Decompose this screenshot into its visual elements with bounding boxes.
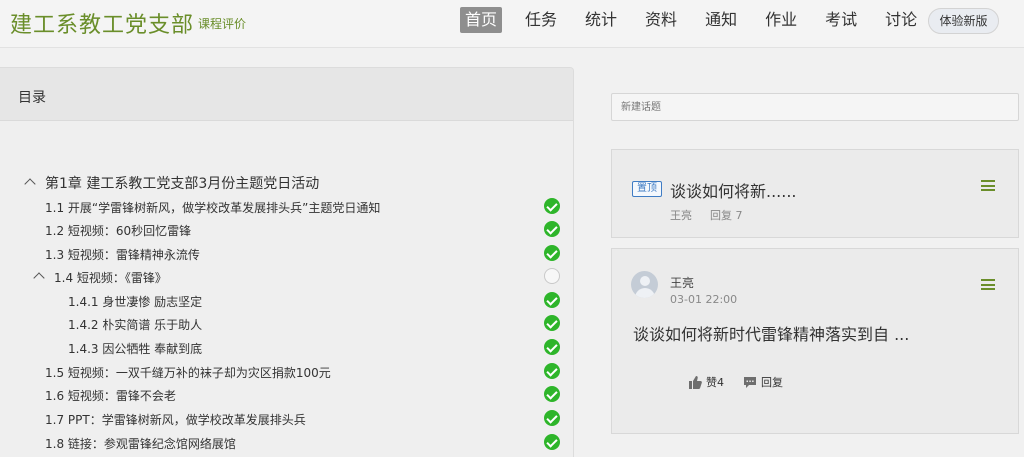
like-button[interactable]: 赞4	[688, 374, 724, 390]
nav-exam[interactable]: 考试	[820, 7, 862, 33]
toc-item-label: 1.4.1 身世凄惨 励志坚定	[68, 295, 203, 309]
toc-item-1-8[interactable]: 1.8 链接：参观雷锋纪念馆网络展馆	[0, 432, 574, 455]
course-title[interactable]: 建工系教工党支部	[10, 7, 194, 39]
new-topic-input[interactable]	[611, 93, 1019, 121]
check-circle-icon	[544, 410, 560, 426]
check-circle-icon	[544, 292, 560, 308]
toc-item-1-4[interactable]: 1.4 短视频：《雷锋》	[0, 266, 574, 289]
reply-label: 回复	[761, 376, 783, 389]
post-card: 王亮 03-01 22:00 谈谈如何将新时代雷锋精神落实到自 ... 赞4 回…	[611, 248, 1019, 434]
toc-item-label: 1.8 链接：参观雷锋纪念馆网络展馆	[45, 437, 236, 451]
reply-button[interactable]: 回复	[743, 374, 783, 390]
avatar[interactable]	[631, 271, 658, 298]
toc-item-label: 1.6 短视频：雷锋不会老	[45, 389, 176, 403]
topic-author: 王亮	[670, 209, 692, 222]
toc-item-label: 1.3 短视频：雷锋精神永流传	[45, 248, 200, 262]
topic-title[interactable]: 谈谈如何将新......	[670, 178, 797, 202]
check-circle-icon	[544, 339, 560, 355]
check-circle-icon	[544, 363, 560, 379]
check-circle-icon	[544, 245, 560, 261]
course-evaluation-link[interactable]: 课程评价	[198, 15, 246, 32]
toc-item-1-4-3[interactable]: 1.4.3 因公牺牲 奉献到底	[0, 337, 574, 360]
toc-item-1-2[interactable]: 1.2 短视频：60秒回忆雷锋	[0, 219, 574, 242]
toc-item-label: 1.7 PPT：学雷锋树新风，做学校改革发展排头兵	[45, 413, 306, 427]
try-new-version-button[interactable]: 体验新版	[928, 8, 999, 34]
check-circle-icon	[544, 434, 560, 450]
reply-count: 回复 7	[710, 209, 743, 222]
toc-item-1-4-1[interactable]: 1.4.1 身世凄惨 励志坚定	[0, 290, 574, 313]
chevron-up-icon[interactable]	[33, 272, 45, 284]
toc-item-label: 1.2 短视频：60秒回忆雷锋	[45, 224, 192, 238]
chapter-title: 第1章 建工系教工党支部3月份主题党日活动	[45, 176, 320, 192]
toc-item-label: 1.4.2 朴实简谱 乐于助人	[68, 318, 203, 332]
like-count: 赞4	[706, 376, 724, 389]
empty-circle-icon	[544, 268, 560, 284]
nav-materials[interactable]: 资料	[640, 7, 682, 33]
toc-item-1-7[interactable]: 1.7 PPT：学雷锋树新风，做学校改革发展排头兵	[0, 408, 574, 431]
nav-homework[interactable]: 作业	[760, 7, 802, 33]
toc-item-label: 1.5 短视频：一双千缝万补的袜子却为灾区捐款100元	[45, 366, 331, 380]
nav-discussion[interactable]: 讨论	[880, 7, 922, 33]
toc-item-1-3[interactable]: 1.3 短视频：雷锋精神永流传	[0, 243, 574, 266]
post-body[interactable]: 谈谈如何将新时代雷锋精神落实到自 ...	[633, 321, 909, 345]
toc-item-label: 1.4 短视频：《雷锋》	[54, 271, 167, 285]
toc-item-1-1[interactable]: 1.1 开展“学雷锋树新风，做学校改革发展排头兵”主题党日通知	[0, 196, 574, 219]
toc-item-label: 1.4.3 因公牺牲 奉献到底	[68, 342, 203, 356]
chevron-up-icon[interactable]	[24, 178, 36, 190]
toc-header: 目录	[0, 68, 573, 121]
toc-item-1-5[interactable]: 1.5 短视频：一双千缝万补的袜子却为灾区捐款100元	[0, 361, 574, 384]
toc-item-1-4-2[interactable]: 1.4.2 朴实简谱 乐于助人	[0, 313, 574, 336]
check-circle-icon	[544, 221, 560, 237]
check-circle-icon	[544, 315, 560, 331]
hamburger-menu-icon[interactable]	[981, 180, 995, 191]
topic-meta: 王亮 回复 7	[670, 207, 743, 223]
nav-home[interactable]: 首页	[460, 7, 503, 33]
hamburger-menu-icon[interactable]	[981, 279, 995, 290]
main-nav: 首页 任务 统计 资料 通知 作业 考试 讨论	[460, 7, 940, 33]
post-timestamp: 03-01 22:00	[670, 293, 738, 306]
toc-chapter[interactable]: 第1章 建工系教工党支部3月份主题党日活动	[0, 171, 574, 194]
toc-item-label: 1.1 开展“学雷锋树新风，做学校改革发展排头兵”主题党日通知	[45, 201, 381, 215]
post-author[interactable]: 王亮	[670, 274, 694, 291]
pinned-topic-card[interactable]: 置顶 谈谈如何将新...... 王亮 回复 7	[611, 149, 1019, 238]
pinned-badge: 置顶	[632, 181, 662, 197]
toc-title: 目录	[18, 90, 46, 106]
comment-icon	[744, 377, 756, 388]
check-circle-icon	[544, 386, 560, 402]
toc-item-1-6[interactable]: 1.6 短视频：雷锋不会老	[0, 384, 574, 407]
nav-notices[interactable]: 通知	[700, 7, 742, 33]
nav-tasks[interactable]: 任务	[520, 7, 562, 33]
check-circle-icon	[544, 198, 560, 214]
thumbs-up-icon	[689, 376, 702, 389]
top-header: 建工系教工党支部 课程评价 首页 任务 统计 资料 通知 作业 考试 讨论 体验…	[0, 0, 1024, 48]
nav-statistics[interactable]: 统计	[580, 7, 622, 33]
